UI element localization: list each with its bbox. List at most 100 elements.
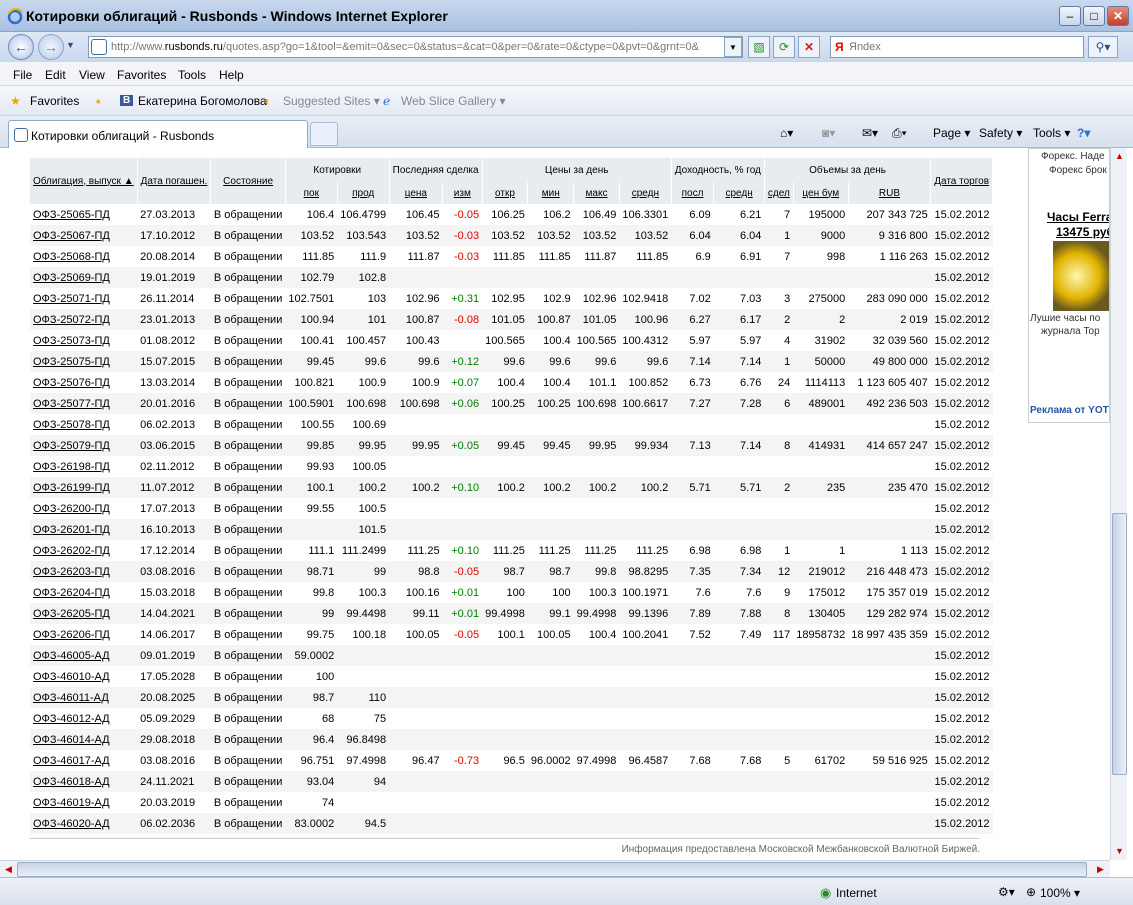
menu-file[interactable]: File [13,68,32,82]
recent-pages-dropdown[interactable]: ▼ [66,40,75,50]
mail-icon[interactable]: ✉▾ [862,126,878,140]
cell-name[interactable]: ОФЗ-26206-ПД [30,624,137,645]
col-trade-date[interactable]: Дата торгов [930,158,994,204]
favorite-suggested-sites[interactable]: Suggested Sites ▾ [283,94,380,108]
bond-link[interactable]: ОФЗ-25075-ПД [33,356,110,368]
home-icon[interactable]: ⌂▾ [780,126,793,140]
cell-name[interactable]: ОФЗ-25071-ПД [30,288,137,309]
bond-link[interactable]: ОФЗ-25079-ПД [33,440,110,452]
col-deals[interactable]: сдел [764,182,794,204]
tools-menu[interactable]: Tools ▾ [1033,126,1070,140]
col-avg[interactable]: средн [619,182,672,204]
col-yield-avg[interactable]: средн [713,182,765,204]
horizontal-scroll-thumb[interactable] [17,862,1087,877]
cell-name[interactable]: ОФЗ-26200-ПД [30,498,137,519]
bond-link[interactable]: ОФЗ-25067-ПД [33,230,110,242]
bond-link[interactable]: ОФЗ-25076-ПД [33,377,110,389]
ad-headline-1[interactable]: Часы Ferra [1047,210,1109,224]
menu-favorites[interactable]: Favorites [117,68,166,82]
bond-link[interactable]: ОФЗ-26206-ПД [33,629,110,641]
cell-name[interactable]: ОФЗ-46017-АД [30,750,137,771]
scroll-right-icon[interactable]: ▶ [1092,861,1109,878]
bond-link[interactable]: ОФЗ-46019-АД [33,797,110,809]
scroll-up-icon[interactable]: ▲ [1111,148,1128,165]
cell-name[interactable]: ОФЗ-26203-ПД [30,561,137,582]
ad-desc-2[interactable]: журнала Top [1041,326,1100,337]
ad-text-1[interactable]: Форекс. Наде [1041,151,1105,162]
favorite-link-vk[interactable]: Екатерина Богомолова [138,94,267,108]
col-maturity[interactable]: Дата погашен. [137,158,212,204]
maximize-button[interactable]: □ [1083,6,1105,26]
cell-name[interactable]: ОФЗ-25076-ПД [30,372,137,393]
bond-link[interactable]: ОФЗ-26200-ПД [33,503,110,515]
vertical-scrollbar[interactable]: ▲ ▼ [1110,148,1127,860]
col-change[interactable]: изм [442,182,483,204]
cell-name[interactable]: ОФЗ-46005-АД [30,645,137,666]
bond-link[interactable]: ОФЗ-25072-ПД [33,314,110,326]
menu-help[interactable]: Help [219,68,244,82]
address-dropdown-button[interactable]: ▼ [724,37,742,57]
safety-menu[interactable]: Safety ▾ [979,126,1022,140]
back-button[interactable]: ← [8,34,34,60]
minimize-button[interactable]: – [1059,6,1081,26]
cell-name[interactable]: ОФЗ-25078-ПД [30,414,137,435]
search-input[interactable] [849,39,1079,55]
bond-link[interactable]: ОФЗ-46012-АД [33,713,110,725]
bond-link[interactable]: ОФЗ-46020-АД [33,818,110,830]
scroll-down-icon[interactable]: ▼ [1111,843,1128,860]
bond-link[interactable]: ОФЗ-46014-АД [33,734,110,746]
col-price[interactable]: цена [389,182,444,204]
forward-button[interactable]: → [38,34,64,60]
horizontal-scrollbar[interactable]: ◀ ▶ [0,860,1110,877]
cell-name[interactable]: ОФЗ-46018-АД [30,771,137,792]
cell-name[interactable]: ОФЗ-46020-АД [30,813,137,834]
cell-name[interactable]: ОФЗ-46014-АД [30,729,137,750]
menu-tools[interactable]: Tools [178,68,206,82]
col-min[interactable]: мин [527,182,575,204]
ad-text-2[interactable]: Форекс брок [1049,165,1107,176]
bond-link[interactable]: ОФЗ-46011-АД [33,692,109,704]
cell-name[interactable]: ОФЗ-26201-ПД [30,519,137,540]
ad-label[interactable]: Реклама от YOTT [1030,405,1109,416]
cell-name[interactable]: ОФЗ-26205-ПД [30,603,137,624]
ad-watch-image[interactable] [1053,241,1109,311]
scroll-left-icon[interactable]: ◀ [0,861,17,878]
favorite-web-slice-gallery[interactable]: Web Slice Gallery ▾ [401,94,506,108]
cell-name[interactable]: ОФЗ-46019-АД [30,792,137,813]
bond-link[interactable]: ОФЗ-25065-ПД [33,209,110,221]
search-box[interactable]: Я [830,36,1084,58]
feeds-icon[interactable]: ◙▾ [822,126,835,140]
bond-link[interactable]: ОФЗ-46005-АД [33,650,110,662]
search-button[interactable]: ⚲▾ [1088,36,1118,58]
page-menu[interactable]: Page ▾ [933,126,970,140]
cell-name[interactable]: ОФЗ-46011-АД [30,687,137,708]
new-tab-button[interactable] [310,122,338,146]
close-button[interactable]: ✕ [1107,6,1129,26]
col-volume-face[interactable]: цен бум [793,182,849,204]
bond-link[interactable]: ОФЗ-25068-ПД [33,251,110,263]
bond-link[interactable]: ОФЗ-26205-ПД [33,608,110,620]
col-bond[interactable]: Облигация, выпуск ▲ [30,158,138,204]
bond-link[interactable]: ОФЗ-26198-ПД [33,461,110,473]
col-max[interactable]: макс [573,182,620,204]
refresh-icon[interactable]: ⟳ [773,36,795,58]
protected-mode-icon[interactable]: ⚙▾ [998,885,1015,899]
cell-name[interactable]: ОФЗ-25067-ПД [30,225,137,246]
cell-name[interactable]: ОФЗ-25072-ПД [30,309,137,330]
vertical-scroll-thumb[interactable] [1112,513,1127,775]
cell-name[interactable]: ОФЗ-26204-ПД [30,582,137,603]
menu-edit[interactable]: Edit [45,68,66,82]
cell-name[interactable]: ОФЗ-25075-ПД [30,351,137,372]
print-icon[interactable]: ⎙▾ [892,126,907,141]
cell-name[interactable]: ОФЗ-26198-ПД [30,456,137,477]
ad-headline-2[interactable]: 13475 руб [1056,225,1109,239]
col-volume-rub[interactable]: RUB [848,182,932,204]
url-field[interactable]: http://www.rusbonds.ru/quotes.asp?go=1&t… [88,36,743,58]
bond-link[interactable]: ОФЗ-25077-ПД [33,398,110,410]
add-favorites-icon[interactable]: ⭑ [95,94,101,109]
stop-icon[interactable]: ✕ [798,36,820,58]
tab-active[interactable]: Котировки облигаций - Rusbonds [8,120,308,148]
bond-link[interactable]: ОФЗ-26204-ПД [33,587,110,599]
ad-desc-1[interactable]: Лушие часы по [1030,313,1100,324]
bond-link[interactable]: ОФЗ-46017-АД [33,755,110,767]
